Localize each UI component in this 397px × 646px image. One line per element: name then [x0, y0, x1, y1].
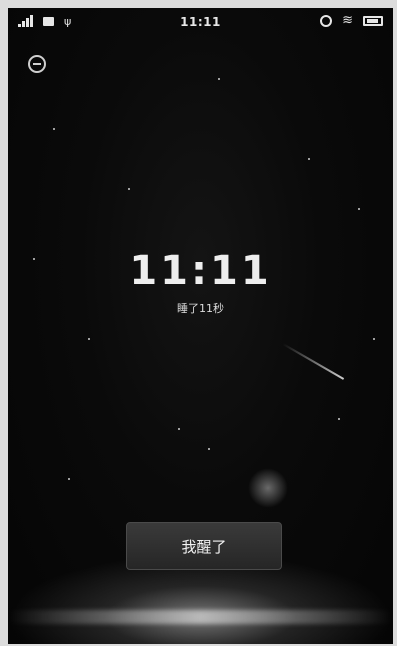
star [218, 78, 220, 80]
wifi-icon: ≋ [342, 13, 353, 28]
star [373, 338, 375, 340]
alarm-time: 11:11 [129, 248, 272, 294]
star [68, 478, 70, 480]
star [208, 448, 210, 450]
device-frame: ψ 11:11 ≋ 11:11 睡了11秒 我醒了 [0, 0, 397, 646]
battery-icon [363, 15, 383, 26]
star [308, 158, 310, 160]
star [53, 128, 55, 130]
minus-circle-icon[interactable] [28, 55, 46, 73]
star [88, 338, 90, 340]
star [358, 208, 360, 210]
alarm-screen: ψ 11:11 ≋ 11:11 睡了11秒 我醒了 [8, 8, 393, 644]
star [178, 428, 180, 430]
star [128, 188, 130, 190]
star [338, 418, 340, 420]
nebula-glow [248, 468, 288, 508]
shooting-star [282, 343, 345, 380]
alarm-icon [320, 14, 333, 27]
status-right-icons: ≋ [320, 14, 383, 27]
status-bar: ψ 11:11 ≋ [8, 8, 393, 36]
sleep-duration-label: 睡了11秒 [177, 302, 224, 315]
horizon-line [8, 610, 393, 624]
awake-button[interactable]: 我醒了 [126, 522, 282, 570]
